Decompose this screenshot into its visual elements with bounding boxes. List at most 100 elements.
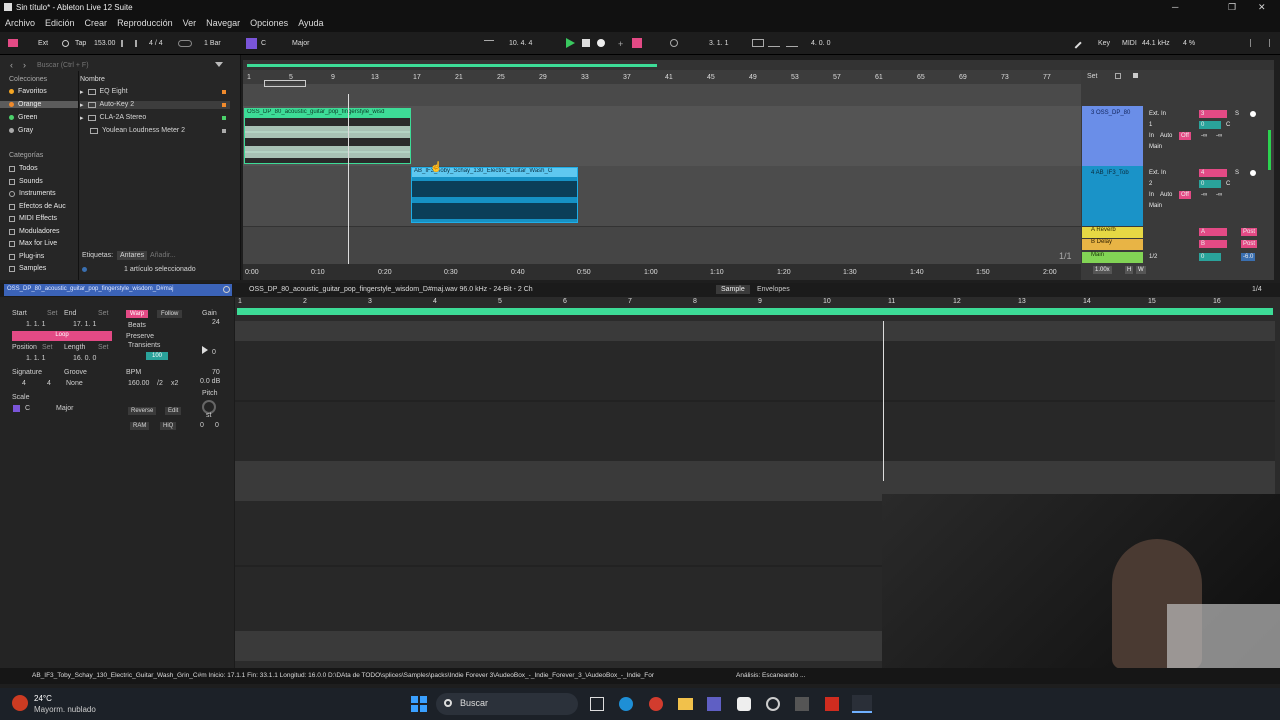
- tempo-field[interactable]: 153.00: [94, 40, 115, 47]
- loop-region-bar[interactable]: [237, 308, 1273, 315]
- end-value[interactable]: 17. 1. 1: [73, 321, 96, 328]
- preserve-value[interactable]: Transients: [128, 342, 160, 349]
- track-3-pan[interactable]: C: [1224, 121, 1233, 129]
- list-item[interactable]: ▸ CLA-2A Stereo: [80, 114, 230, 122]
- lock-icon[interactable]: [1133, 73, 1138, 78]
- tap-tempo-button[interactable]: Tap: [75, 40, 86, 47]
- menu-ver[interactable]: Ver: [178, 15, 202, 28]
- list-item[interactable]: ▸ Auto-Key 2: [80, 101, 230, 109]
- filter-icon[interactable]: [215, 62, 223, 67]
- stop-button[interactable]: [582, 39, 590, 47]
- edge-icon[interactable]: [619, 697, 633, 711]
- menu-edicion[interactable]: Edición: [40, 15, 80, 28]
- scale-selector[interactable]: Major: [292, 40, 310, 47]
- file-explorer-icon[interactable]: [678, 698, 693, 710]
- menu-opciones[interactable]: Opciones: [245, 15, 293, 28]
- gain-slider-handle[interactable]: [202, 346, 208, 354]
- track-3-channel[interactable]: 1: [1147, 121, 1191, 129]
- taskbar-search[interactable]: Buscar: [436, 693, 578, 715]
- chrome-icon[interactable]: [649, 697, 663, 711]
- position-set-button[interactable]: Set: [42, 344, 53, 351]
- clip-activator-icon[interactable]: [223, 286, 230, 293]
- audio-clip-acoustic-guitar[interactable]: OSS_DP_80_acoustic_guitar_pop_fingerstyl…: [244, 108, 411, 164]
- expand-icon[interactable]: [1115, 73, 1121, 79]
- track-4-send-b[interactable]: -∞: [1214, 191, 1225, 199]
- ableton-live-icon[interactable]: [852, 695, 872, 713]
- loop-length-field[interactable]: 4. 0. 0: [811, 40, 830, 47]
- main-output[interactable]: 1/2: [1147, 253, 1191, 261]
- menu-crear[interactable]: Crear: [80, 15, 113, 28]
- return-a-post[interactable]: Post: [1241, 228, 1258, 236]
- punch-icon[interactable]: [768, 39, 780, 47]
- envelope-value[interactable]: 100: [146, 352, 169, 360]
- track-3-header[interactable]: 3 OSS_DP_80: [1082, 106, 1143, 166]
- start-set-button[interactable]: Set: [47, 310, 58, 317]
- zoom-display[interactable]: 1.00x: [1093, 266, 1112, 274]
- bpm-value[interactable]: 160.00: [128, 380, 149, 387]
- track-4-lane[interactable]: [243, 166, 1081, 226]
- edit-button[interactable]: Edit: [165, 407, 182, 415]
- pencil-icon[interactable]: [1070, 37, 1082, 49]
- preview-icon[interactable]: [82, 267, 87, 272]
- track-4-off-monitor[interactable]: Off: [1179, 191, 1191, 199]
- menu-ayuda[interactable]: Ayuda: [293, 15, 328, 28]
- length-set-button[interactable]: Set: [98, 344, 109, 351]
- return-a-header[interactable]: A Reverb: [1082, 227, 1143, 238]
- back-arrow-icon[interactable]: ‹: [10, 60, 13, 70]
- scale-toggle-icon[interactable]: [13, 405, 20, 412]
- expand-arrow-icon[interactable]: ▸: [80, 88, 84, 96]
- loop-brace[interactable]: [264, 80, 306, 87]
- app-icon[interactable]: [795, 697, 809, 711]
- track-4-header[interactable]: 4 AB_IF3_Tob: [1082, 166, 1143, 226]
- track-3-send-a[interactable]: -∞: [1199, 132, 1210, 140]
- track-3-output[interactable]: Main: [1147, 143, 1191, 151]
- forward-arrow-icon[interactable]: ›: [23, 60, 26, 70]
- scale-name[interactable]: Major: [56, 405, 74, 412]
- app-icon[interactable]: [766, 697, 780, 711]
- return-b-post[interactable]: Post: [1241, 240, 1258, 248]
- category-modulators[interactable]: Moduladores: [9, 228, 59, 235]
- reverse-button[interactable]: Reverse: [128, 407, 157, 415]
- track-4-solo[interactable]: S: [1233, 169, 1242, 177]
- hiq-button[interactable]: HiQ: [160, 422, 177, 430]
- arrangement-view[interactable]: 1 5 9 13 17 21 25 29 33 37 41 45 49 53 5…: [243, 60, 1274, 280]
- overview-strip[interactable]: [243, 60, 1274, 70]
- loop-start-field[interactable]: 3. 1. 1: [709, 40, 728, 47]
- track-4-number[interactable]: 4: [1199, 169, 1227, 177]
- maximize-button[interactable]: ❐: [1228, 2, 1236, 13]
- menu-archivo[interactable]: Archivo: [0, 15, 40, 28]
- track-4-input[interactable]: Ext. In: [1147, 169, 1191, 177]
- key-root-selector[interactable]: C: [261, 40, 266, 47]
- scale-root[interactable]: C: [25, 405, 30, 412]
- width-toggle[interactable]: W: [1136, 266, 1146, 274]
- warp-mode[interactable]: Beats: [128, 322, 146, 329]
- track-3-arm-icon[interactable]: [1250, 111, 1256, 117]
- draw-mode-icon[interactable]: [786, 39, 798, 47]
- start-value[interactable]: 1. 1. 1: [26, 321, 45, 328]
- list-item[interactable]: Youlean Loudness Meter 2: [80, 127, 230, 134]
- menu-reproduccion[interactable]: Reproducción: [112, 15, 178, 28]
- metronome-toggle-icon[interactable]: [178, 40, 192, 47]
- double-tempo-button[interactable]: x2: [171, 380, 178, 387]
- follow-button[interactable]: Follow: [157, 310, 183, 318]
- overdub-icon[interactable]: +: [618, 39, 626, 49]
- category-audio-effects[interactable]: Efectos de Auc: [9, 203, 66, 210]
- return-b-letter[interactable]: B: [1199, 240, 1227, 248]
- play-button[interactable]: [566, 38, 575, 48]
- follow-icon[interactable]: [484, 40, 494, 47]
- warp-button[interactable]: Warp: [126, 310, 149, 318]
- signature-numerator[interactable]: 4: [22, 380, 26, 387]
- category-plugins[interactable]: Plug-ins: [9, 253, 44, 260]
- quantize-menu[interactable]: 1 Bar: [204, 40, 221, 47]
- add-tag-button[interactable]: Añadir...: [150, 252, 176, 259]
- main-header[interactable]: Main: [1082, 252, 1143, 263]
- sample-bar-ruler[interactable]: 1 2 3 4 5 6 7 8 9 10 11 12 13 14 15 16: [235, 297, 1280, 307]
- pitch-semitones[interactable]: 0: [200, 422, 204, 429]
- category-sounds[interactable]: Sounds: [9, 178, 43, 185]
- pitch-cents[interactable]: 0: [215, 422, 219, 429]
- list-item[interactable]: ▸ EQ Eight: [80, 88, 230, 96]
- track-3-input[interactable]: Ext. In: [1147, 110, 1191, 118]
- track-3-send-b[interactable]: -∞: [1214, 132, 1225, 140]
- track-3-off-monitor[interactable]: Off: [1179, 132, 1191, 140]
- height-toggle[interactable]: H: [1125, 266, 1134, 274]
